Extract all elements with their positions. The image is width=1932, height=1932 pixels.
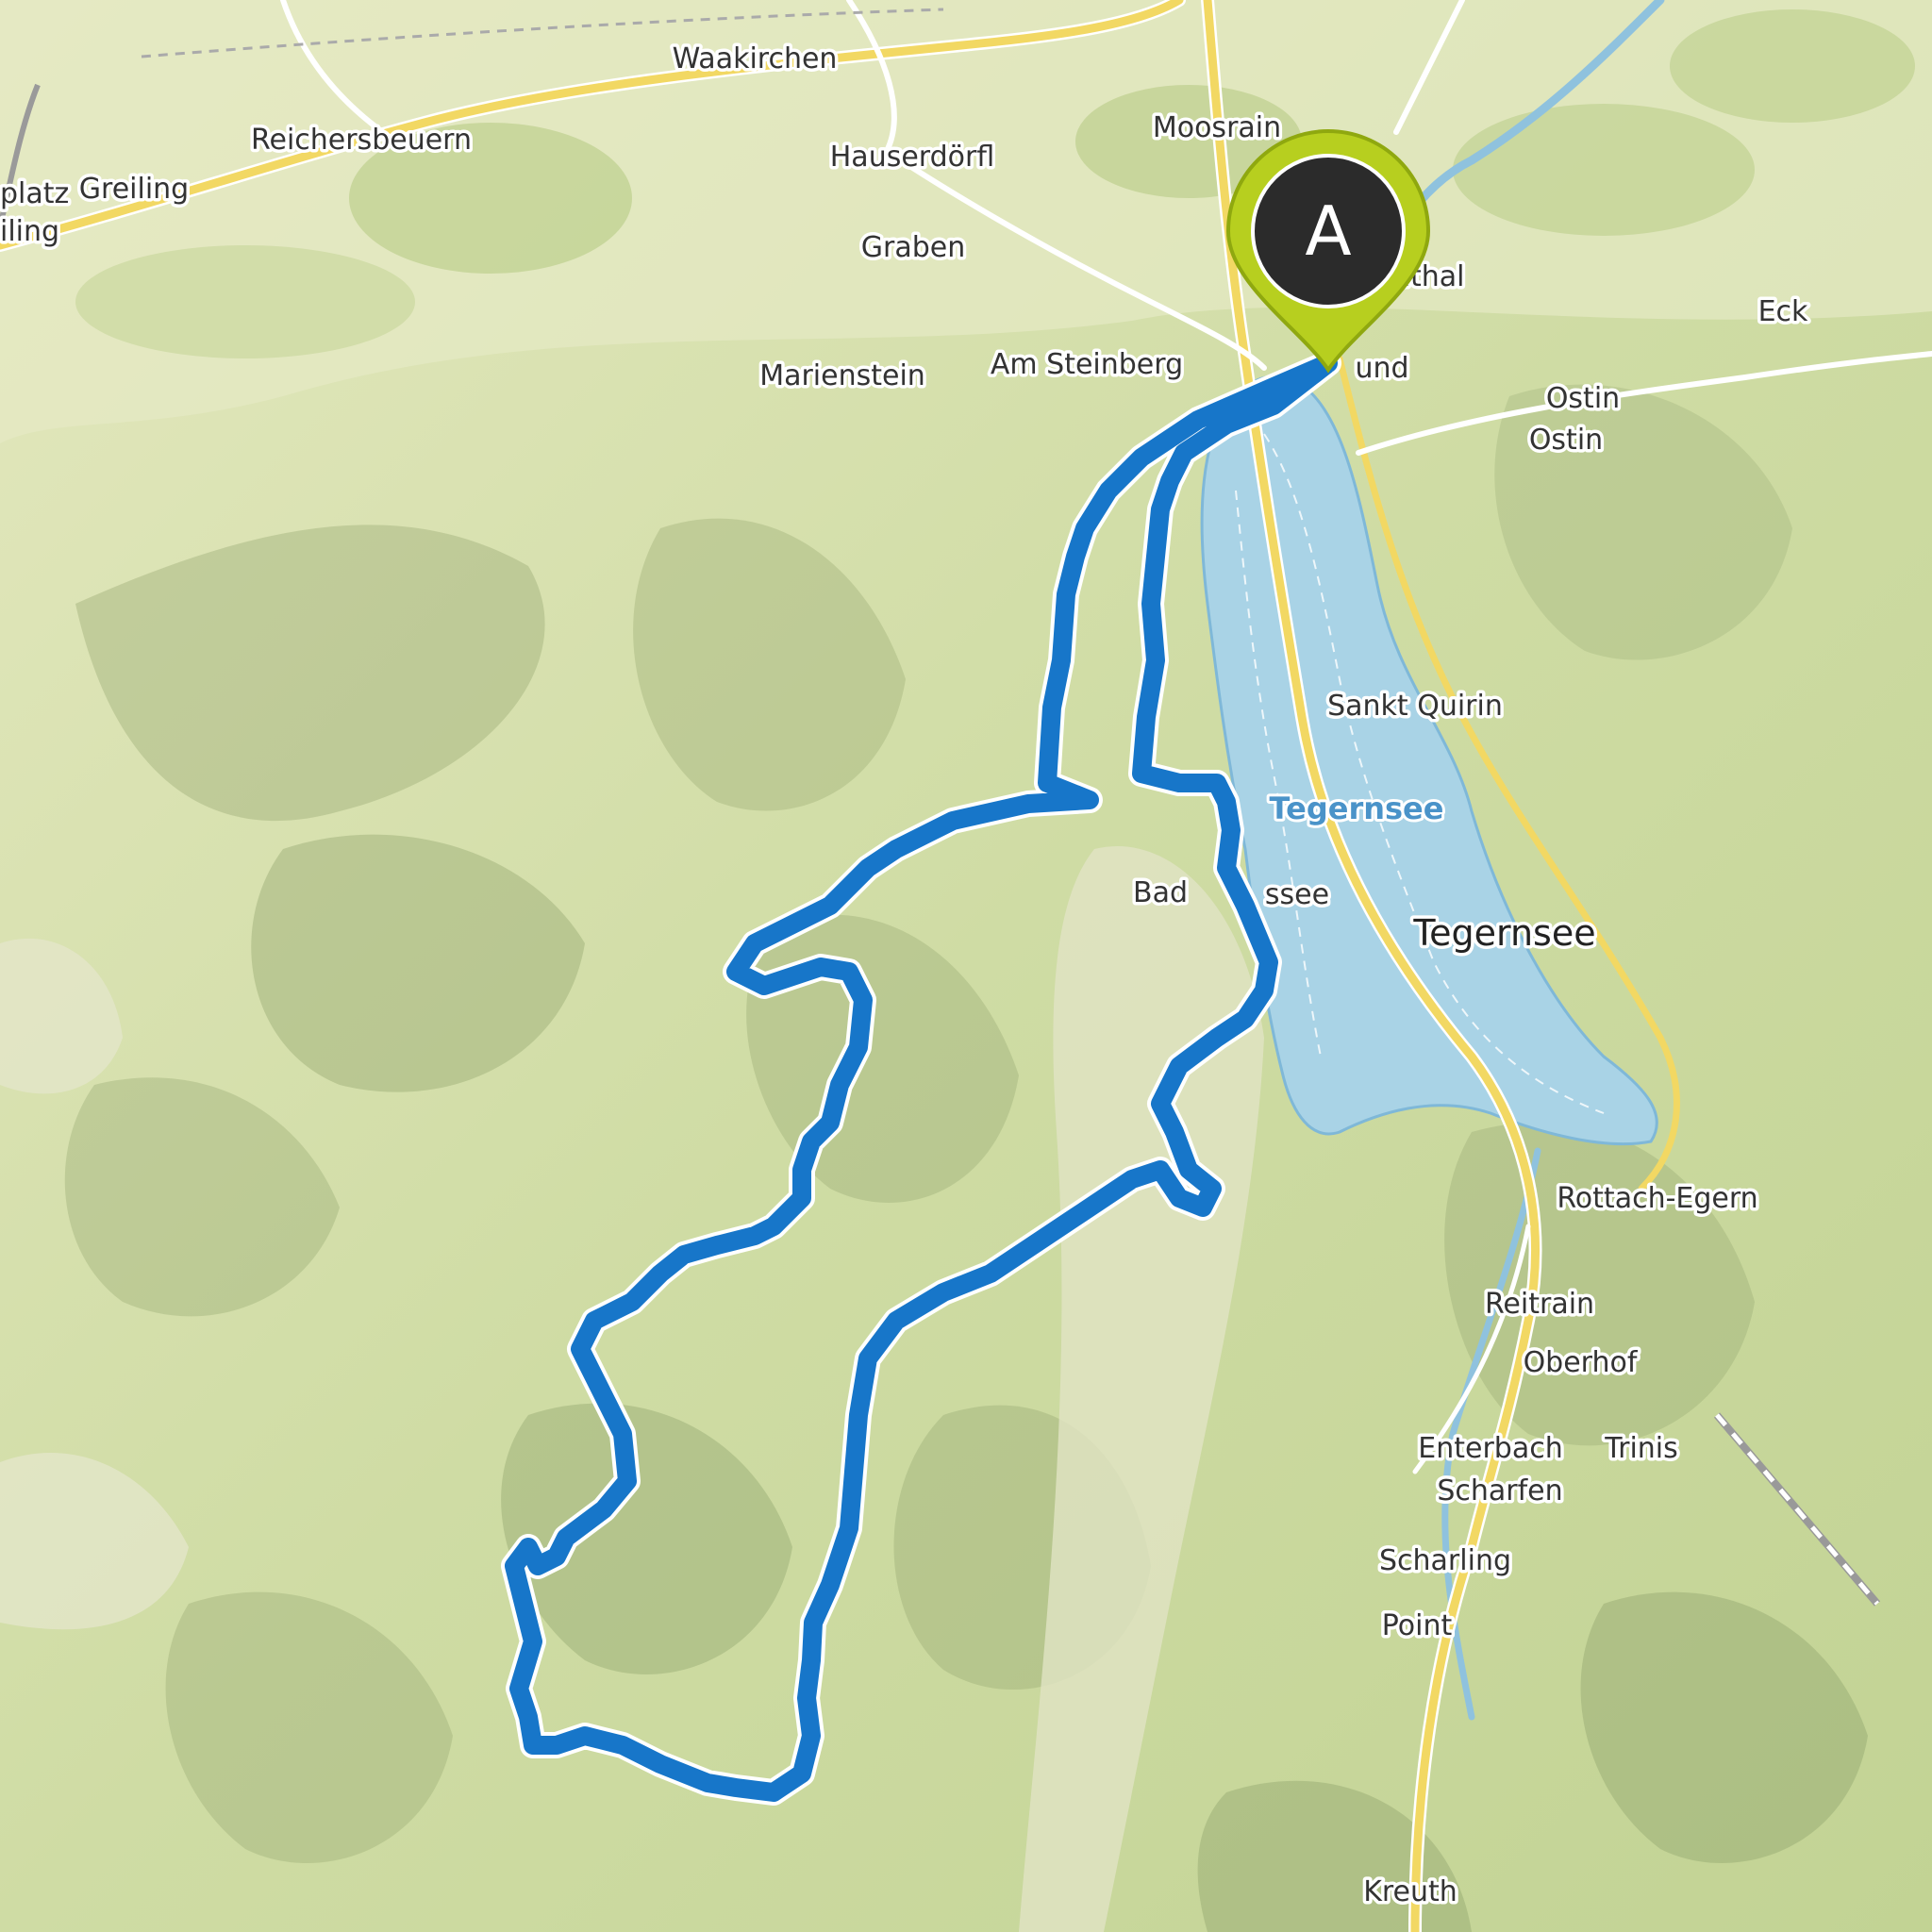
label-kreuth: Kreuth	[1363, 1875, 1457, 1908]
label-hauserdoerfl: Hauserdörfl	[830, 141, 994, 174]
label-sankt-quirin: Sankt Quirin	[1327, 690, 1503, 723]
label-ssee: ssee	[1265, 878, 1329, 911]
label-am-steinberg: Am Steinberg	[991, 348, 1183, 381]
label-eck: Eck	[1758, 295, 1808, 328]
label-greiling: Greiling	[79, 173, 189, 206]
label-scharling: Scharling	[1379, 1544, 1511, 1577]
label-point: Point	[1382, 1609, 1453, 1642]
label-platz: platz	[0, 177, 69, 210]
label-graben: Graben	[861, 231, 965, 264]
label-tegernsee-lake: Tegernsee	[1270, 791, 1444, 826]
label-iling: iling	[0, 215, 59, 248]
label-reichersbeuern: Reichersbeuern	[251, 124, 472, 157]
label-ostin-1: Ostin	[1546, 382, 1620, 415]
label-trinis: Trinis	[1604, 1432, 1678, 1465]
map-canvas[interactable]: Waakirchen Reichersbeuern Greiling platz…	[0, 0, 1932, 1932]
label-reitrain: Reitrain	[1485, 1288, 1594, 1321]
label-oberhof: Oberhof	[1524, 1346, 1639, 1379]
label-moosrain: Moosrain	[1153, 111, 1281, 144]
label-waakirchen: Waakirchen	[673, 42, 838, 75]
label-marienstein: Marienstein	[759, 359, 925, 392]
marker-label: A	[1305, 192, 1351, 271]
label-bad: Bad	[1133, 876, 1188, 909]
label-ostin-2: Ostin	[1529, 424, 1603, 457]
label-scharfen: Scharfen	[1437, 1474, 1562, 1507]
label-tegernsee-town: Tegernsee	[1412, 912, 1595, 954]
label-und: und	[1355, 352, 1408, 385]
label-rottach-egern: Rottach-Egern	[1557, 1182, 1757, 1215]
label-enterbach: Enterbach	[1418, 1432, 1562, 1465]
